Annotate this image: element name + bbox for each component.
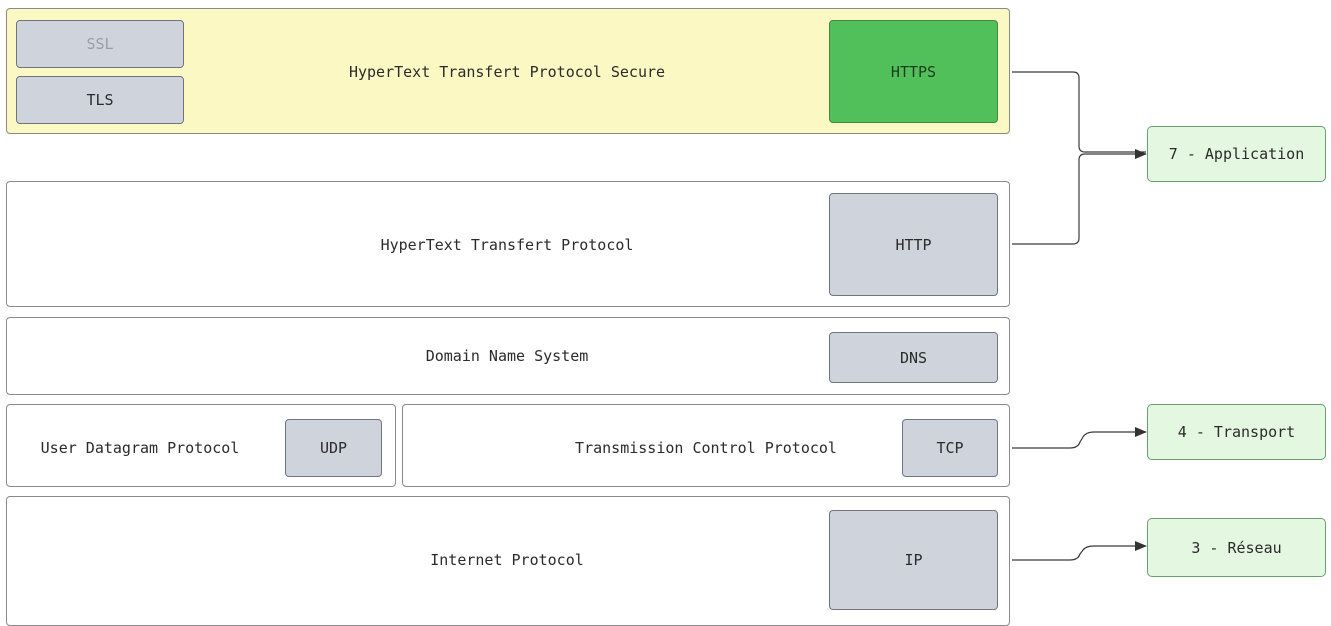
osi-transport-box: 4 - Transport [1147,404,1326,460]
dns-tag: DNS [829,332,998,383]
dns-layer-label: Domain Name System [425,347,589,365]
tcp-tag: TCP [902,419,998,477]
http-layer-label: HyperText Transfert Protocol [380,236,634,254]
http-to-application-line [1012,149,1147,245]
https-layer-label: HyperText Transfert Protocol Secure [348,63,666,81]
ip-to-reseau-line [1012,541,1147,561]
https-tag: HTTPS [829,20,998,123]
https-to-application-line [1012,71,1146,153]
osi-reseau-box: 3 - Réseau [1147,518,1326,577]
ip-layer-label: Internet Protocol [430,551,584,569]
http-tag: HTTP [829,193,998,296]
tcp-layer-label: Transmission Control Protocol [575,439,837,457]
ssl-tag: SSL [16,20,184,68]
osi-application-box: 7 - Application [1147,126,1326,182]
tcp-to-transport-line [1012,427,1147,449]
tls-tag: TLS [16,76,184,124]
ip-tag: IP [829,510,998,610]
udp-layer-label: User Datagram Protocol [40,439,240,457]
udp-tag: UDP [285,419,382,477]
